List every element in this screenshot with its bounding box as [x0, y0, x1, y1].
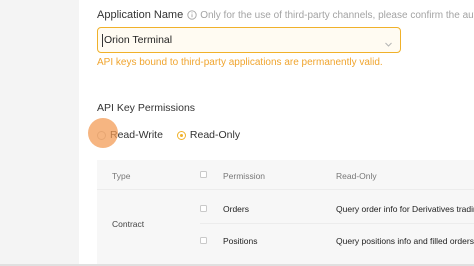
permissions-title: API Key Permissions — [97, 102, 196, 114]
positions-description: Query positions info and filled orders f… — [336, 236, 474, 246]
permission-radio-group: Read-Write Read-Only — [97, 126, 240, 144]
application-name-label: Application Name — [97, 9, 184, 21]
read-only-column-header: Read-Only — [336, 171, 377, 181]
permission-column-header: Permission — [223, 171, 266, 181]
application-name-header: Application Name Only for the use of thi… — [97, 8, 474, 22]
select-all-checkbox[interactable] — [200, 171, 207, 178]
type-cell-contract: Contract — [112, 219, 145, 229]
chevron-down-icon[interactable] — [384, 36, 393, 47]
positions-checkbox[interactable] — [200, 237, 207, 244]
type-column-header: Type — [112, 171, 131, 181]
orders-checkbox[interactable] — [200, 205, 207, 212]
permission-positions: Positions — [223, 236, 258, 246]
application-name-value: Orion Terminal — [104, 34, 173, 46]
info-circle-icon[interactable] — [187, 10, 197, 20]
permissions-table: Type Permission Read-Only Contract Order… — [97, 160, 474, 266]
table-row: Positions Query positions info and fille… — [200, 224, 474, 256]
left-side-panel — [0, 0, 79, 266]
permission-orders: Orders — [223, 204, 249, 214]
read-only-label[interactable]: Read-Only — [190, 129, 240, 141]
application-name-hint: Only for the use of third-party channels… — [200, 9, 474, 21]
text-cursor — [102, 34, 103, 47]
table-row: Orders Query order info for Derivatives … — [200, 192, 474, 224]
application-name-select[interactable]: Orion Terminal — [97, 27, 401, 53]
orders-description: Query order info for Derivatives trading… — [336, 204, 474, 214]
table-header-row: Type Permission Read-Only — [97, 160, 474, 190]
read-only-radio-circle[interactable] — [176, 130, 186, 140]
read-only-radio[interactable]: Read-Only — [176, 129, 240, 141]
api-key-form-panel: Application Name Only for the use of thi… — [79, 0, 474, 266]
click-indicator — [88, 118, 118, 148]
third-party-warning: API keys bound to third-party applicatio… — [97, 57, 383, 68]
